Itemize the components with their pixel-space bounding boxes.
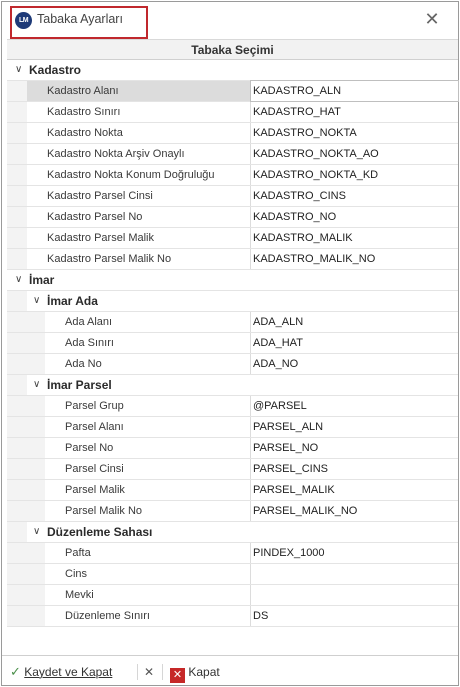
close-red-icon: ✕ bbox=[170, 668, 185, 683]
property-row[interactable]: Parsel Cinsi PARSEL_CINS bbox=[7, 459, 458, 480]
chevron-down-icon[interactable]: ∨ bbox=[15, 273, 27, 287]
property-name: Parsel Cinsi bbox=[45, 459, 251, 479]
category-duzenleme-sahasi[interactable]: ∨ Düzenleme Sahası bbox=[7, 522, 458, 543]
property-row[interactable]: Kadastro Parsel Malik KADASTRO_MALIK bbox=[7, 228, 458, 249]
chevron-down-icon[interactable]: ∨ bbox=[33, 294, 45, 308]
property-row[interactable]: Kadastro Parsel Cinsi KADASTRO_CINS bbox=[7, 186, 458, 207]
property-value[interactable]: PARSEL_MALIK bbox=[251, 480, 458, 500]
property-name: Kadastro Parsel Malik bbox=[27, 228, 251, 248]
property-value[interactable]: PINDEX_1000 bbox=[251, 543, 458, 563]
property-value[interactable]: PARSEL_NO bbox=[251, 438, 458, 458]
category-label: Düzenleme Sahası bbox=[47, 525, 153, 539]
property-row[interactable]: Kadastro Nokta KADASTRO_NOKTA bbox=[7, 123, 458, 144]
property-value[interactable]: DS bbox=[251, 606, 458, 626]
chevron-down-icon[interactable]: ∨ bbox=[33, 378, 45, 392]
chevron-down-icon[interactable]: ∨ bbox=[33, 525, 45, 539]
chevron-down-icon[interactable]: ∨ bbox=[15, 63, 27, 77]
property-row[interactable]: Kadastro Parsel No KADASTRO_NO bbox=[7, 207, 458, 228]
property-row[interactable]: Ada No ADA_NO bbox=[7, 354, 458, 375]
property-row[interactable]: Kadastro Sınırı KADASTRO_HAT bbox=[7, 102, 458, 123]
property-row[interactable]: Mevki bbox=[7, 585, 458, 606]
title-bar: LM Tabaka Ayarları ✕ bbox=[2, 2, 458, 39]
property-name: Kadastro Parsel Malik No bbox=[27, 249, 251, 269]
category-imar-ada[interactable]: ∨ İmar Ada bbox=[7, 291, 458, 312]
property-value[interactable] bbox=[251, 564, 458, 584]
window-title: Tabaka Ayarları bbox=[37, 12, 123, 26]
property-value[interactable]: KADASTRO_NOKTA_AO bbox=[251, 144, 458, 164]
property-name: Cins bbox=[45, 564, 251, 584]
property-name: Parsel Malik No bbox=[45, 501, 251, 521]
property-name: Kadastro Nokta Konum Doğruluğu bbox=[27, 165, 251, 185]
property-value[interactable]: KADASTRO_NO bbox=[251, 207, 458, 227]
save-and-close-label: Kaydet ve Kapat bbox=[24, 665, 113, 679]
category-imar-parsel[interactable]: ∨ İmar Parsel bbox=[7, 375, 458, 396]
category-imar[interactable]: ∨ İmar bbox=[7, 270, 458, 291]
property-row[interactable]: Parsel No PARSEL_NO bbox=[7, 438, 458, 459]
property-name: Kadastro Parsel No bbox=[27, 207, 251, 227]
property-value[interactable]: KADASTRO_NOKTA bbox=[251, 123, 458, 143]
property-row[interactable]: Parsel Malik PARSEL_MALIK bbox=[7, 480, 458, 501]
property-value[interactable]: PARSEL_MALIK_NO bbox=[251, 501, 458, 521]
property-name: Ada No bbox=[45, 354, 251, 374]
app-logo-icon: LM bbox=[15, 12, 32, 29]
category-kadastro[interactable]: ∨ Kadastro bbox=[7, 60, 458, 81]
property-value[interactable]: KADASTRO_ALN bbox=[250, 80, 459, 102]
property-grid: Tabaka Seçimi ∨ Kadastro Kadastro Alanı … bbox=[7, 39, 459, 639]
property-name: Kadastro Parsel Cinsi bbox=[27, 186, 251, 206]
property-value[interactable]: ADA_HAT bbox=[251, 333, 458, 353]
property-row[interactable]: Parsel Malik No PARSEL_MALIK_NO bbox=[7, 501, 458, 522]
property-row[interactable]: Düzenleme Sınırı DS bbox=[7, 606, 458, 627]
property-value[interactable]: @PARSEL bbox=[251, 396, 458, 416]
property-name: Kadastro Sınırı bbox=[27, 102, 251, 122]
property-name: Pafta bbox=[45, 543, 251, 563]
category-label: İmar Ada bbox=[47, 294, 98, 308]
property-value[interactable]: KADASTRO_MALIK bbox=[251, 228, 458, 248]
property-value[interactable] bbox=[251, 585, 458, 605]
property-name: Ada Sınırı bbox=[45, 333, 251, 353]
property-name: Parsel No bbox=[45, 438, 251, 458]
close-icon[interactable]: ✕ bbox=[420, 8, 444, 32]
close-button[interactable]: ✕ Kapat bbox=[170, 663, 220, 683]
property-row[interactable]: Parsel Alanı PARSEL_ALN bbox=[7, 417, 458, 438]
property-row[interactable]: Cins bbox=[7, 564, 458, 585]
property-value[interactable]: KADASTRO_NOKTA_KD bbox=[251, 165, 458, 185]
property-name: Kadastro Nokta bbox=[27, 123, 251, 143]
category-label: İmar Parsel bbox=[47, 378, 112, 392]
property-value[interactable]: ADA_ALN bbox=[251, 312, 458, 332]
save-and-close-button[interactable]: ✓ Kaydet ve Kapat bbox=[10, 663, 112, 681]
property-value[interactable]: ADA_NO bbox=[251, 354, 458, 374]
property-row[interactable]: Kadastro Alanı KADASTRO_ALN bbox=[7, 80, 459, 102]
property-name: Düzenleme Sınırı bbox=[45, 606, 251, 626]
property-value[interactable]: KADASTRO_MALIK_NO bbox=[251, 249, 458, 269]
property-row[interactable]: Kadastro Nokta Konum Doğruluğu KADASTRO_… bbox=[7, 165, 458, 186]
close-label: Kapat bbox=[188, 665, 220, 679]
x-icon: ✕ bbox=[144, 665, 155, 679]
property-row[interactable]: Kadastro Nokta Arşiv Onaylı KADASTRO_NOK… bbox=[7, 144, 458, 165]
tabaka-ayarlari-window: LM Tabaka Ayarları ✕ Tabaka Seçimi ∨ Kad… bbox=[1, 1, 459, 686]
grid-header: Tabaka Seçimi bbox=[7, 39, 458, 60]
property-name: Parsel Grup bbox=[45, 396, 251, 416]
check-icon: ✓ bbox=[10, 664, 21, 679]
property-name: Kadastro Nokta Arşiv Onaylı bbox=[27, 144, 251, 164]
property-row[interactable]: Ada Sınırı ADA_HAT bbox=[7, 333, 458, 354]
property-name: Ada Alanı bbox=[45, 312, 251, 332]
property-name: Parsel Alanı bbox=[45, 417, 251, 437]
property-value[interactable]: KADASTRO_HAT bbox=[251, 102, 458, 122]
property-value[interactable]: PARSEL_ALN bbox=[251, 417, 458, 437]
toolbar-separator bbox=[162, 664, 163, 680]
bottom-toolbar: ✓ Kaydet ve Kapat ✕ ✕ Kapat bbox=[2, 655, 458, 685]
category-label: Kadastro bbox=[29, 63, 82, 77]
property-value[interactable]: KADASTRO_CINS bbox=[251, 186, 458, 206]
property-name: Parsel Malik bbox=[45, 480, 251, 500]
discard-button[interactable]: ✕ bbox=[144, 663, 154, 681]
property-row[interactable]: Pafta PINDEX_1000 bbox=[7, 543, 458, 564]
property-row[interactable]: Parsel Grup @PARSEL bbox=[7, 396, 458, 417]
toolbar-separator bbox=[137, 664, 138, 680]
property-row[interactable]: Kadastro Parsel Malik No KADASTRO_MALIK_… bbox=[7, 249, 458, 270]
property-name: Kadastro Alanı bbox=[27, 81, 251, 101]
category-label: İmar bbox=[29, 273, 55, 287]
property-row[interactable]: Ada Alanı ADA_ALN bbox=[7, 312, 458, 333]
property-name: Mevki bbox=[45, 585, 251, 605]
property-value[interactable]: PARSEL_CINS bbox=[251, 459, 458, 479]
